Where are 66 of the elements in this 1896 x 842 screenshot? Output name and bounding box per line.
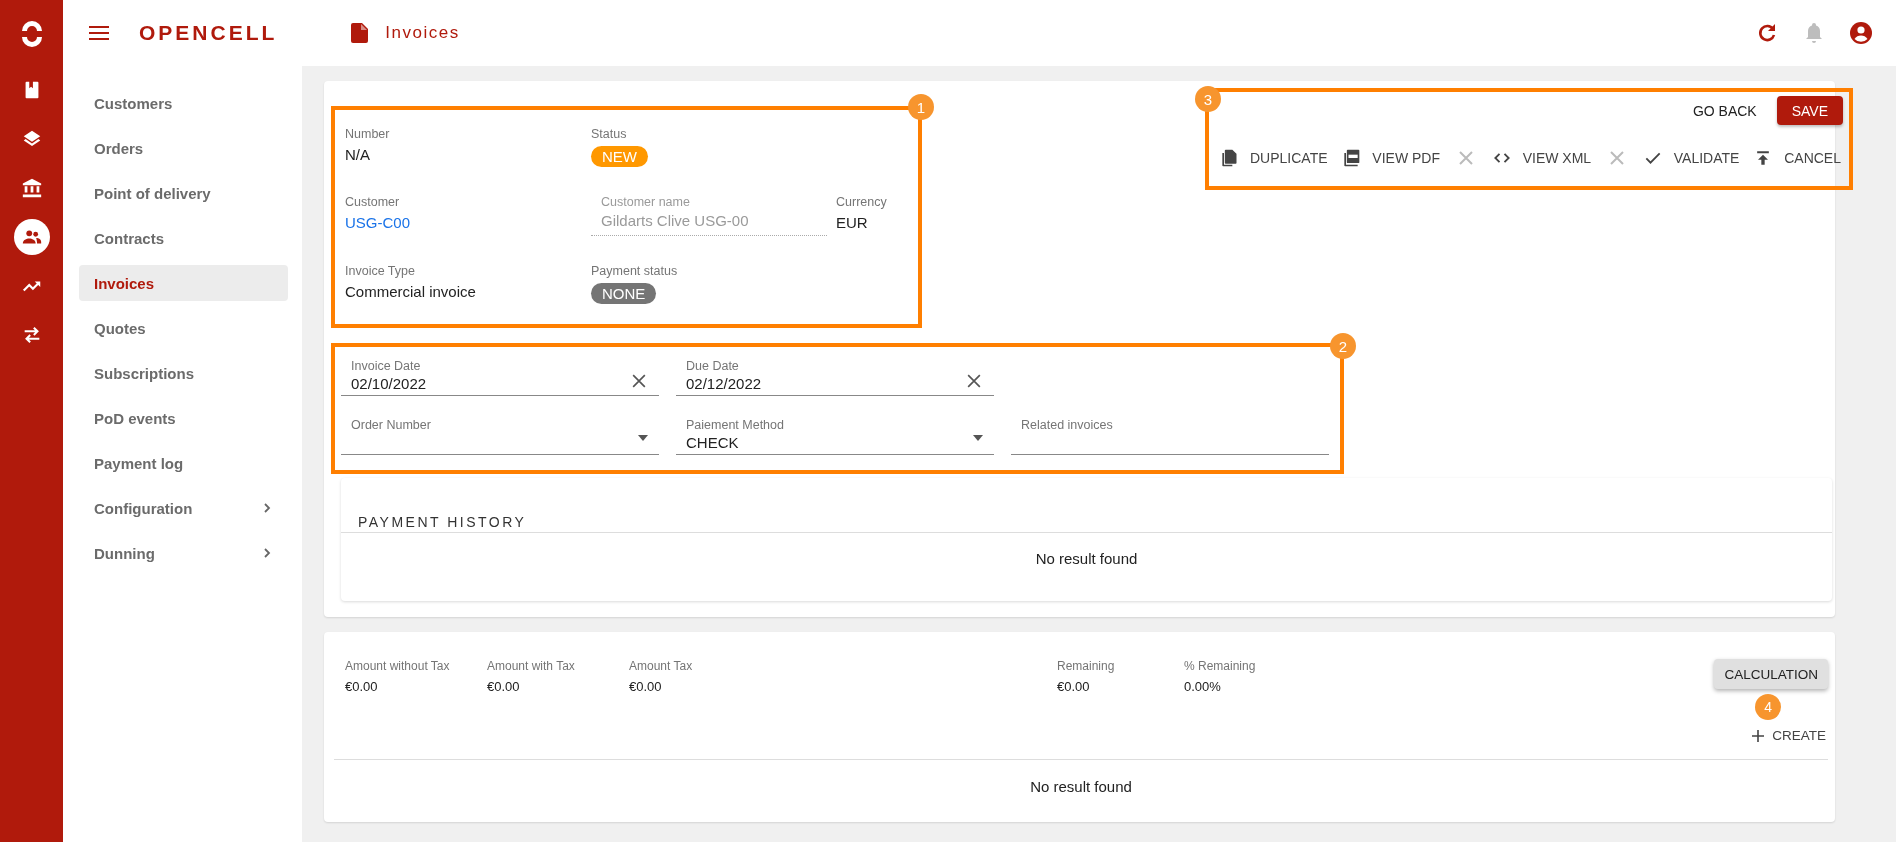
field-value: Commercial invoice	[345, 283, 476, 300]
sidebar-item[interactable]: Configuration	[79, 490, 288, 526]
calculation-button[interactable]: CALCULATION	[1714, 659, 1828, 689]
amount-label: Remaining	[1057, 659, 1115, 673]
chevron-icon	[261, 502, 273, 514]
field-label: Customer	[345, 195, 400, 209]
menu-icon[interactable]	[89, 25, 109, 41]
toolbar-button[interactable]: CANCEL	[1751, 144, 1843, 172]
field-value: EUR	[836, 214, 868, 231]
status-badge: NONE	[591, 283, 657, 304]
date-field[interactable]: Due Date 02/12/2022	[676, 351, 994, 396]
caret-icon	[972, 434, 984, 442]
sidebar-item[interactable]: Invoices	[79, 265, 288, 301]
chevron-icon	[261, 547, 273, 559]
toolbar-button[interactable]: VALIDATE	[1640, 144, 1742, 172]
caret-icon	[637, 434, 649, 442]
brand-logo: OPENCELL	[139, 21, 278, 45]
sidebar-item[interactable]: Orders	[79, 130, 288, 166]
sidebar-item[interactable]: Point of delivery	[79, 175, 288, 211]
account-icon[interactable]	[1849, 21, 1873, 45]
sidebar-item[interactable]: Subscriptions	[79, 355, 288, 391]
empty-message: No result found	[1029, 778, 1133, 795]
copy-icon	[1219, 148, 1239, 168]
callout-number: 1	[908, 94, 934, 120]
input-field[interactable]: Related invoices	[1011, 410, 1329, 455]
toolbar-button[interactable]: VIEW PDF	[1339, 144, 1443, 172]
amount-value: €0.00	[345, 679, 378, 694]
amount-value: 0.00%	[1184, 679, 1221, 694]
sidebar-item[interactable]: Contracts	[79, 220, 288, 256]
go-back-button[interactable]: GO BACK	[1686, 96, 1763, 125]
people-icon[interactable]	[13, 219, 50, 255]
sidebar-item[interactable]: PoD events	[79, 400, 288, 436]
status-badge: NEW	[591, 146, 648, 167]
callout-number: 4	[1755, 694, 1782, 720]
page-title: Invoices	[385, 23, 460, 43]
amount-value: €0.00	[629, 679, 662, 694]
field-label: Number	[345, 127, 390, 141]
sidebar-item[interactable]: Payment log	[79, 445, 288, 481]
date-field[interactable]: Invoice Date 02/10/2022	[341, 351, 659, 396]
amount-label: Amount with Tax	[487, 659, 575, 673]
amount-value: €0.00	[487, 679, 520, 694]
toolbar-button[interactable]: VIEW XML	[1489, 144, 1594, 172]
select-field[interactable]: Paiement Method CHECK	[676, 410, 994, 455]
amount-label: Amount Tax	[629, 659, 693, 673]
toolbar-button[interactable]: DUPLICATE	[1217, 144, 1330, 172]
section-title: PAYMENT HISTORY	[341, 514, 1832, 533]
pdf-file-icon	[1341, 148, 1362, 168]
callout-number: 3	[1195, 86, 1221, 112]
field-label: Invoice Type	[345, 264, 415, 278]
field-label: Currency	[836, 195, 887, 209]
customer-link[interactable]: USG-C00	[345, 214, 411, 231]
sidebar-item[interactable]: Dunning	[79, 535, 288, 571]
empty-message: No result found	[1034, 550, 1139, 567]
field-label: Payment status	[591, 264, 678, 278]
select-field[interactable]: Order Number	[341, 410, 659, 455]
field-label: Status	[591, 127, 627, 141]
save-button[interactable]: SAVE	[1776, 96, 1843, 125]
amount-label: Amount without Tax	[345, 659, 450, 673]
plus-icon	[1752, 729, 1765, 742]
amount-label: % Remaining	[1184, 659, 1256, 673]
document-icon	[351, 23, 370, 43]
callout-number: 2	[1330, 333, 1356, 359]
sidebar-item[interactable]: Customers	[79, 85, 288, 121]
amount-value: €0.00	[1057, 679, 1090, 694]
field-value: N/A	[345, 146, 370, 163]
sidebar-item[interactable]: Quotes	[79, 310, 288, 346]
